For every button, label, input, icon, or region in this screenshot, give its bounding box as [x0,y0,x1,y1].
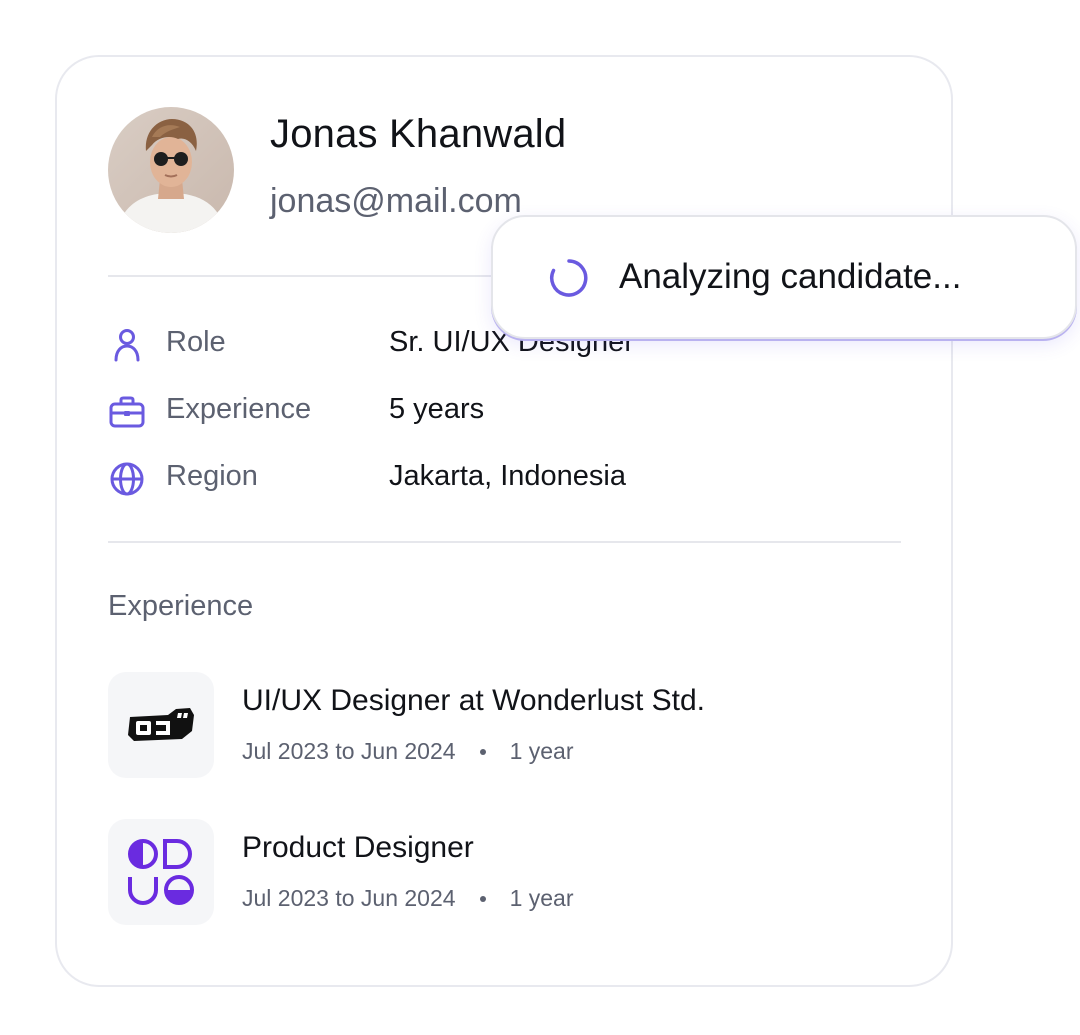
detail-value: 5 years [389,393,485,425]
job-period: Jul 2023 to Jun 2024 [242,885,456,911]
job-title: Product Designer [242,831,474,864]
separator-dot [479,895,486,902]
briefcase-icon [109,396,145,428]
detail-row-region: Region Jakarta, Indonesia [108,456,708,500]
avatar [108,107,234,233]
detail-label: Region [166,460,258,492]
job-meta: Jul 2023 to Jun 2024 1 year [242,738,574,765]
separator-dot [479,748,486,755]
status-text: Analyzing candidate... [619,257,962,296]
shapes-logo [108,819,214,925]
divider [108,541,901,543]
experience-item[interactable]: UI/UX Designer at Wonderlust Std. Jul 20… [108,672,808,778]
shapes-logo-icon [128,839,194,905]
avatar-photo [108,107,234,233]
wonderlust-logo-icon [128,708,194,741]
job-title: UI/UX Designer at Wonderlust Std. [242,684,705,717]
detail-value: Jakarta, Indonesia [389,460,626,492]
user-icon [114,329,140,362]
candidate-email[interactable]: jonas@mail.com [270,182,522,221]
analyzing-status-toast: Analyzing candidate... [491,215,1077,339]
experience-heading: Experience [108,590,254,622]
detail-label: Experience [166,393,312,425]
spinner-icon [550,259,588,297]
job-meta: Jul 2023 to Jun 2024 1 year [242,885,574,912]
experience-item[interactable]: Product Designer Jul 2023 to Jun 2024 1 … [108,819,808,925]
detail-row-experience: Experience 5 years [108,389,708,433]
detail-label: Role [166,326,226,358]
job-duration: 1 year [509,738,574,764]
candidate-name: Jonas Khanwald [270,112,567,156]
globe-icon [110,462,144,496]
job-period: Jul 2023 to Jun 2024 [242,738,456,764]
wonderlust-logo [108,672,214,778]
job-duration: 1 year [509,885,574,911]
